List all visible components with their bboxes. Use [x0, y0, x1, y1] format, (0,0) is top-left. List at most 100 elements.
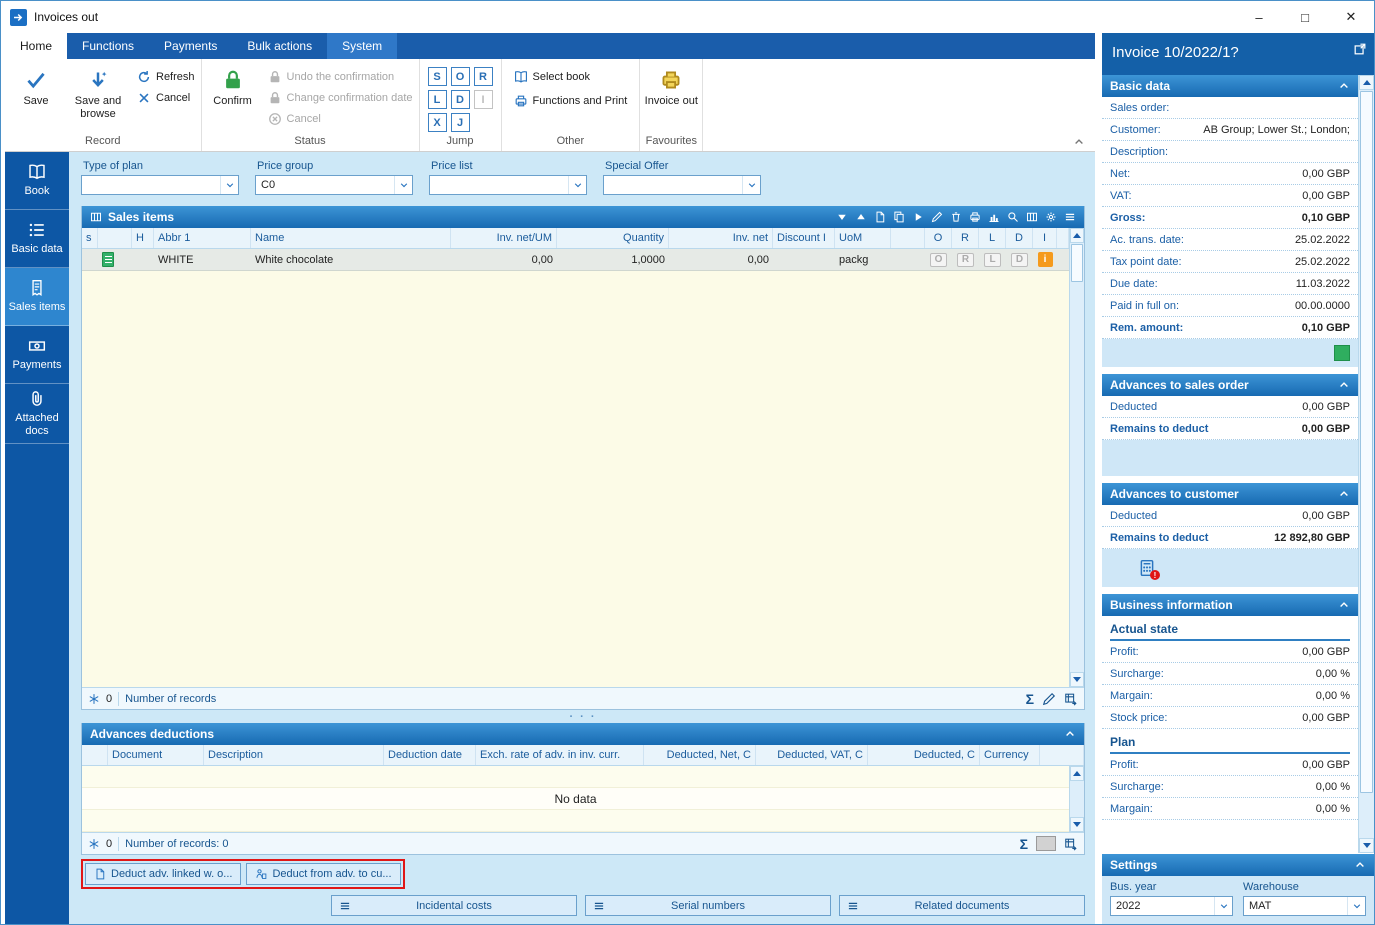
chevron-down-icon[interactable] [394, 176, 412, 194]
column-header-exch-rate[interactable]: Exch. rate of adv. in inv. curr. [476, 745, 644, 765]
cancel-button[interactable]: Cancel [133, 90, 199, 106]
search-icon[interactable] [1007, 211, 1019, 223]
jump-s-button[interactable]: S [427, 67, 447, 86]
advances-calculator-icon[interactable] [1138, 559, 1160, 580]
export-grid-icon[interactable] [1064, 837, 1078, 851]
status-cancel-button[interactable]: Cancel [264, 111, 417, 127]
column-header-s[interactable]: s [82, 228, 98, 248]
column-header-o[interactable]: O [925, 228, 952, 248]
column-header-inv-net[interactable]: Inv. net [669, 228, 773, 248]
save-and-browse-button[interactable]: Save and browse [65, 61, 131, 134]
chevron-down-icon[interactable] [220, 176, 238, 194]
scroll-up-button[interactable] [1359, 75, 1374, 90]
column-header-deduction-date[interactable]: Deduction date [384, 745, 476, 765]
chevron-up-icon[interactable] [1064, 728, 1076, 740]
tab-home[interactable]: Home [5, 33, 68, 59]
snowflake-icon[interactable] [88, 693, 100, 705]
maximize-button[interactable]: □ [1282, 1, 1328, 33]
sum-icon[interactable]: Σ [1020, 836, 1028, 852]
deduct-from-adv-customer-button[interactable]: Deduct from adv. to cu... [246, 863, 401, 885]
column-header-quantity[interactable]: Quantity [557, 228, 669, 248]
scroll-up-button[interactable] [1070, 228, 1084, 243]
scroll-down-button[interactable] [1070, 817, 1084, 832]
advances-sales-order-header[interactable]: Advances to sales order [1102, 374, 1358, 396]
chevron-down-icon[interactable] [742, 176, 760, 194]
settings-header[interactable]: Settings [1102, 854, 1374, 876]
related-documents-button[interactable]: Related documents [839, 895, 1085, 916]
print-icon[interactable] [969, 211, 981, 223]
column-header-description[interactable]: Description [204, 745, 384, 765]
scroll-up-button[interactable] [1070, 766, 1084, 781]
sum-icon[interactable]: Σ [1026, 691, 1034, 707]
minimize-button[interactable]: – [1236, 1, 1282, 33]
export-grid-icon[interactable] [1064, 692, 1078, 706]
scroll-thumb[interactable] [1071, 244, 1083, 282]
edit-icon[interactable] [931, 211, 943, 223]
save-button[interactable]: Save [7, 61, 65, 134]
info-badge[interactable]: i [1037, 252, 1053, 267]
special-offer-combo[interactable] [603, 175, 761, 195]
bus-year-combo[interactable]: 2022 [1110, 896, 1233, 916]
chart-icon[interactable] [988, 211, 1000, 223]
info-panel-scrollbar[interactable] [1358, 75, 1374, 853]
sidebar-item-sales-items[interactable]: Sales items [5, 268, 69, 326]
scroll-thumb[interactable] [1360, 91, 1373, 793]
advances-grid-scrollbar[interactable] [1069, 766, 1084, 832]
gear-icon[interactable] [1045, 211, 1057, 223]
close-button[interactable]: ✕ [1328, 1, 1374, 33]
price-list-combo[interactable] [429, 175, 587, 195]
column-header-abbr1[interactable]: Abbr 1 [154, 228, 251, 248]
column-header-l[interactable]: L [979, 228, 1006, 248]
deduct-adv-linked-button[interactable]: Deduct adv. linked w. o... [85, 863, 242, 885]
popout-button[interactable] [1353, 40, 1367, 57]
column-header-currency[interactable]: Currency [980, 745, 1040, 765]
tab-system[interactable]: System [327, 33, 398, 59]
confirm-button[interactable]: Confirm [204, 61, 262, 134]
undo-confirmation-button[interactable]: Undo the confirmation [264, 69, 417, 85]
sidebar-item-book[interactable]: Book [5, 152, 69, 210]
column-header-icon[interactable] [98, 228, 132, 248]
jump-x-button[interactable]: X [427, 113, 447, 132]
sidebar-item-attached-docs[interactable]: Attached docs [5, 384, 69, 445]
serial-numbers-button[interactable]: Serial numbers [585, 895, 831, 916]
chevron-down-icon[interactable] [1347, 897, 1365, 915]
functions-and-print-button[interactable]: Functions and Print [510, 93, 632, 109]
sidebar-item-basic-data[interactable]: Basic data [5, 210, 69, 268]
tab-payments[interactable]: Payments [149, 33, 232, 59]
jump-i-button[interactable]: I [473, 90, 493, 109]
panel-splitter[interactable]: · · · [81, 710, 1085, 723]
r-flag-button[interactable]: R [957, 252, 974, 267]
chevron-down-icon[interactable] [1214, 897, 1232, 915]
collapse-icon[interactable] [855, 211, 867, 223]
sidebar-item-payments[interactable]: Payments [5, 326, 69, 384]
tab-functions[interactable]: Functions [67, 33, 149, 59]
chevron-down-icon[interactable] [568, 176, 586, 194]
type-of-plan-combo[interactable] [81, 175, 239, 195]
column-header-d[interactable]: D [1006, 228, 1033, 248]
disabled-button[interactable] [1036, 836, 1056, 851]
column-header-discount[interactable]: Discount I [773, 228, 835, 248]
warehouse-combo[interactable]: MAT [1243, 896, 1366, 916]
edit-icon[interactable] [1042, 692, 1056, 706]
basic-data-header[interactable]: Basic data [1102, 75, 1358, 97]
column-header-deducted-net[interactable]: Deducted, Net, C [644, 745, 756, 765]
invoice-out-favourite-button[interactable]: Invoice out [642, 61, 700, 134]
refresh-button[interactable]: Refresh [133, 69, 199, 85]
change-confirmation-date-button[interactable]: Change confirmation date [264, 90, 417, 106]
columns-icon[interactable] [1026, 211, 1038, 223]
column-header-document[interactable]: Document [108, 745, 204, 765]
l-flag-button[interactable]: L [984, 252, 1001, 267]
jump-r-button[interactable]: R [473, 67, 493, 86]
column-header-i[interactable]: I [1033, 228, 1057, 248]
select-book-button[interactable]: Select book [510, 69, 632, 85]
column-header-h[interactable]: H [132, 228, 154, 248]
business-information-header[interactable]: Business information [1102, 594, 1358, 616]
price-group-combo[interactable]: C0 [255, 175, 413, 195]
d-flag-button[interactable]: D [1011, 252, 1028, 267]
column-header-r[interactable]: R [952, 228, 979, 248]
jump-o-button[interactable]: O [450, 67, 470, 86]
run-icon[interactable] [912, 211, 924, 223]
jump-d-button[interactable]: D [450, 90, 470, 109]
dropdown-icon[interactable] [836, 211, 848, 223]
column-header-uom[interactable]: UoM [835, 228, 891, 248]
